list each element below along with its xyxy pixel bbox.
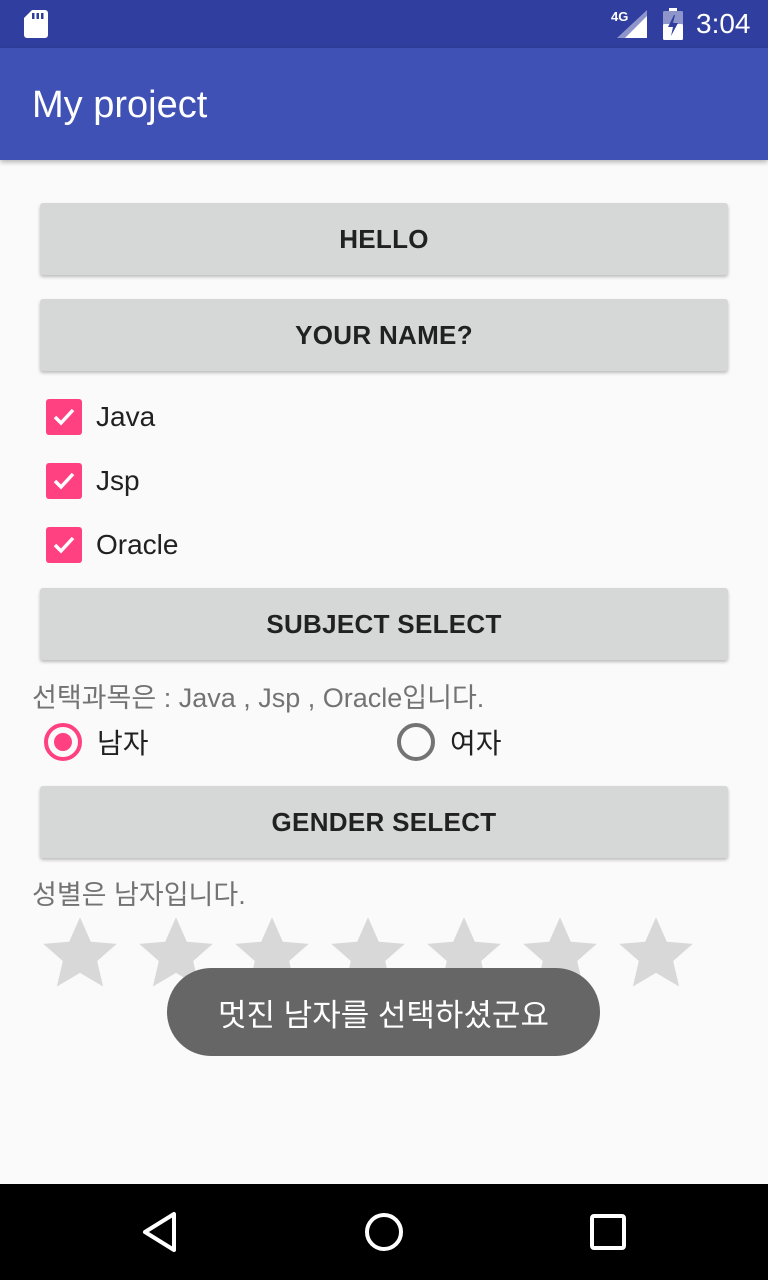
app-title: My project <box>32 84 208 126</box>
battery-charging-icon <box>663 8 683 40</box>
back-icon[interactable] <box>140 1210 180 1254</box>
gender-result-text: 성별은 남자입니다. <box>32 880 246 910</box>
checkbox-label: Jsp <box>96 465 140 496</box>
recents-icon[interactable] <box>588 1212 628 1252</box>
app-bar: My project <box>0 48 768 160</box>
star-icon[interactable] <box>38 912 122 996</box>
hello-button[interactable]: HELLO <box>40 203 728 275</box>
radio-female[interactable]: 여자 <box>396 721 502 763</box>
sd-card-icon <box>24 10 48 38</box>
checkbox-jsp[interactable]: Jsp <box>46 461 140 501</box>
checkbox-label: Oracle <box>96 529 179 560</box>
status-bar: 4G 3:04 <box>0 0 768 48</box>
checkbox-java[interactable]: Java <box>46 397 155 437</box>
checkbox-checked-icon <box>46 399 82 435</box>
checkbox-checked-icon <box>46 527 82 563</box>
clock: 3:04 <box>696 8 751 39</box>
radio-selected-icon <box>44 723 82 761</box>
checkbox-oracle[interactable]: Oracle <box>46 525 178 565</box>
checkbox-label: Java <box>96 401 156 432</box>
radio-unselected-icon <box>397 723 435 761</box>
gender-select-button[interactable]: GENDER SELECT <box>40 786 728 858</box>
radio-label: 남자 <box>97 728 149 759</box>
subject-select-button[interactable]: SUBJECT SELECT <box>40 588 728 660</box>
checkbox-checked-icon <box>46 463 82 499</box>
your-name-button[interactable]: YOUR NAME? <box>40 299 728 371</box>
subject-result-text: 선택과목은 : Java , Jsp , Oracle입니다. <box>32 683 485 713</box>
toast-message: 멋진 남자를 선택하셨군요 <box>167 968 600 1056</box>
radio-label: 여자 <box>450 728 502 759</box>
radio-male[interactable]: 남자 <box>43 721 149 763</box>
home-icon[interactable] <box>364 1210 404 1254</box>
cell-signal-icon <box>617 10 647 38</box>
star-icon[interactable] <box>614 912 698 996</box>
